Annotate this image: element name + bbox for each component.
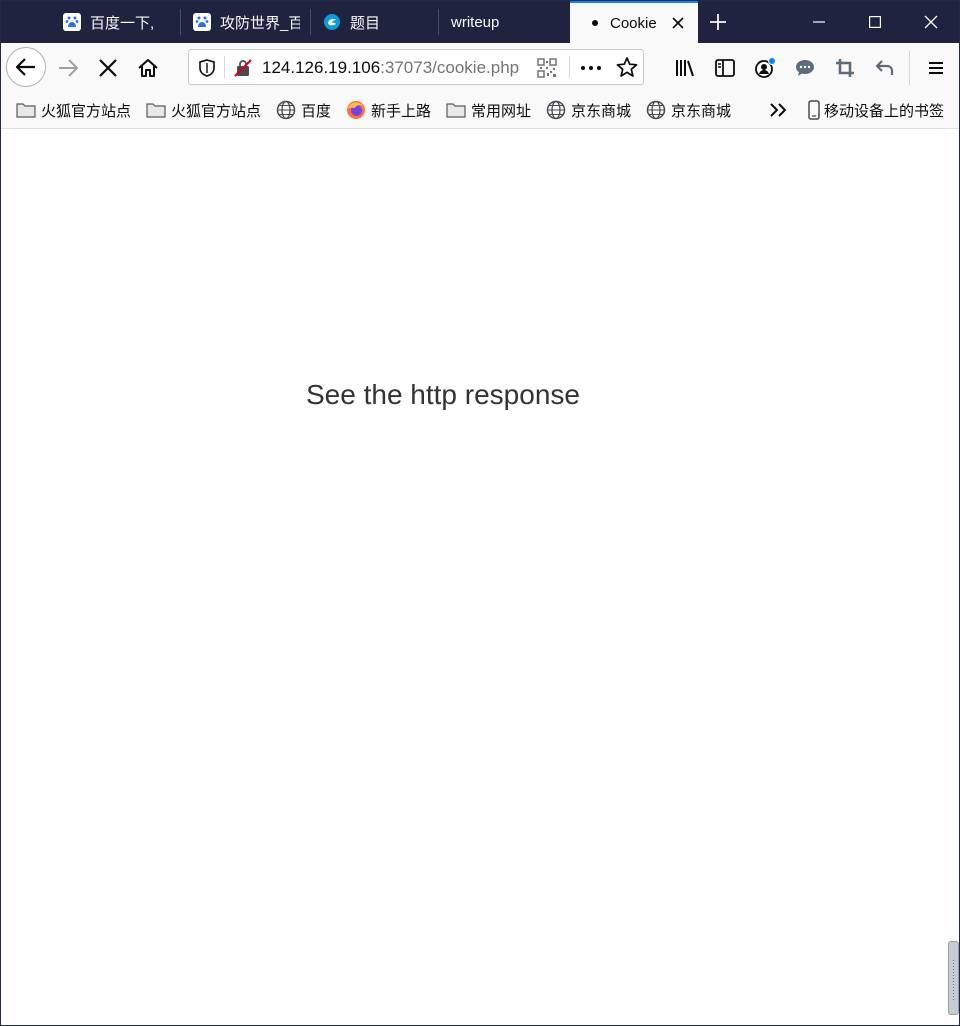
bookmark-label: 京东商城: [571, 102, 632, 120]
url-bar[interactable]: 124.126.19.106:37073/cookie.php: [188, 49, 644, 85]
bookmark-label: 火狐官方站点: [171, 102, 262, 120]
navigation-toolbar: 124.126.19.106:37073/cookie.php: [1, 43, 959, 93]
adworld-logo-icon: [323, 13, 341, 31]
tab-title: writeup: [451, 13, 500, 31]
bookmark-item[interactable]: 火狐官方站点: [16, 98, 131, 122]
account-icon[interactable]: [749, 52, 781, 84]
bookmark-label: 新手上路: [371, 102, 432, 120]
forward-button[interactable]: [52, 52, 84, 84]
page-message: See the http response: [306, 379, 580, 410]
bookmark-item[interactable]: 常用网址: [446, 98, 531, 122]
tab-title: Cookie: [610, 14, 657, 32]
bookmark-item[interactable]: 京东商城: [546, 98, 631, 122]
tab-questions[interactable]: 题目: [311, 1, 439, 43]
firefox-icon: [346, 100, 366, 120]
bookmark-item[interactable]: 新手上路: [346, 98, 431, 122]
sidebar-button[interactable]: [709, 52, 741, 84]
bookmarks-toolbar: 火狐官方站点 火狐官方站点 百度 新手上路 常用网址 京东商城 京东商城 移动设…: [1, 93, 959, 129]
bookmark-star-icon[interactable]: [616, 56, 638, 83]
tab-title: 百度一下,: [90, 14, 155, 32]
page-content: See the http response: [1, 129, 959, 1025]
hamburger-menu-icon[interactable]: [920, 52, 952, 84]
folder-icon: [16, 100, 36, 120]
new-tab-button[interactable]: [705, 9, 731, 35]
baidu-paw-icon: [193, 13, 211, 31]
tab-title: 题目: [350, 14, 381, 32]
tab-cookie[interactable]: Cookie: [570, 1, 698, 43]
chat-bubble-icon[interactable]: [789, 52, 821, 84]
bookmark-label: 京东商城: [671, 102, 732, 120]
baidu-paw-icon: [63, 13, 81, 31]
browser-window: 百度一下, 攻防世界_百 题目 writeup Cookie 124.126.1…: [0, 0, 960, 1026]
tab-writeup[interactable]: writeup: [439, 1, 570, 43]
url-path: :37073/cookie.php: [380, 58, 520, 77]
page-actions-more-icon[interactable]: [579, 58, 603, 83]
globe-icon: [546, 100, 566, 120]
more-bookmarks-chevron-icon[interactable]: [768, 101, 790, 124]
minimize-button[interactable]: [791, 1, 847, 43]
folder-icon: [146, 100, 166, 120]
bookmark-item[interactable]: 百度: [276, 98, 331, 122]
bookmark-label: 移动设备上的书签: [824, 102, 945, 120]
close-window-button[interactable]: [903, 1, 959, 43]
qr-code-icon[interactable]: [537, 58, 557, 83]
bookmark-item[interactable]: 京东商城: [646, 98, 731, 122]
mobile-device-icon: [807, 100, 821, 120]
bookmark-item[interactable]: 火狐官方站点: [146, 98, 261, 122]
url-text[interactable]: 124.126.19.106:37073/cookie.php: [262, 58, 522, 78]
library-button[interactable]: [669, 52, 701, 84]
globe-icon: [646, 100, 666, 120]
maximize-button[interactable]: [847, 1, 903, 43]
folder-icon: [446, 100, 466, 120]
scroll-handle[interactable]: [948, 941, 959, 1015]
stop-loading-button[interactable]: [92, 52, 124, 84]
tab-baidu[interactable]: 百度一下,: [51, 1, 181, 43]
bookmark-label: 常用网址: [471, 102, 532, 120]
loading-dot-icon: [592, 20, 598, 26]
tab-title: 攻防世界_百: [220, 14, 300, 32]
crop-screenshot-icon[interactable]: [829, 52, 861, 84]
bookmark-label: 火狐官方站点: [41, 102, 132, 120]
close-tab-icon[interactable]: [667, 12, 689, 34]
tab-strip: 百度一下, 攻防世界_百 题目 writeup Cookie: [1, 1, 959, 43]
insecure-connection-icon[interactable]: [233, 58, 253, 83]
bookmark-label: 百度: [301, 102, 332, 120]
home-button[interactable]: [132, 52, 164, 84]
tab-adworld[interactable]: 攻防世界_百: [181, 1, 311, 43]
tracking-protection-shield-icon[interactable]: [197, 58, 217, 83]
back-button[interactable]: [6, 47, 46, 87]
globe-icon: [276, 100, 296, 120]
url-host: 124.126.19.106: [262, 58, 381, 77]
undo-icon[interactable]: [869, 52, 901, 84]
mobile-bookmarks-item[interactable]: 移动设备上的书签: [807, 98, 944, 122]
